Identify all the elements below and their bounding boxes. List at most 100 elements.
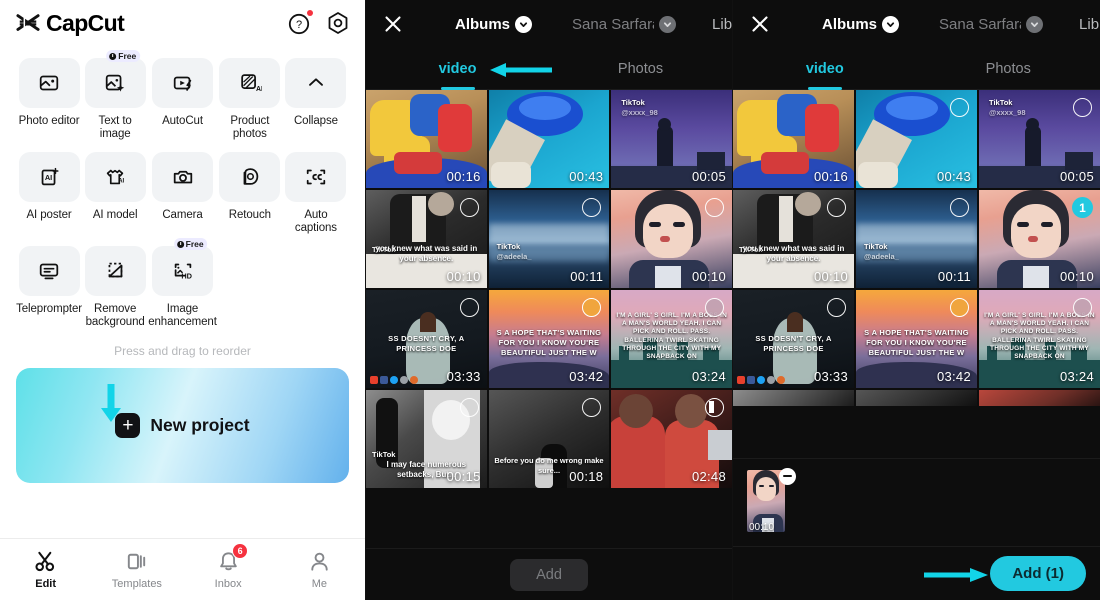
tool-ai-model[interactable]: AI AI model — [82, 144, 148, 234]
tool-text-to-image[interactable]: Free Text to image — [82, 50, 148, 140]
clip-item[interactable]: TikTok you knew what was said in your ab… — [733, 190, 854, 288]
help-circle-icon[interactable]: ? — [287, 10, 313, 36]
clip-caption: you knew what was said in your absence. — [742, 244, 845, 263]
clip-select-circle[interactable] — [459, 398, 479, 417]
user-album-dropdown[interactable]: Sana Sarfara — [935, 15, 1047, 33]
ai-model-icon: AI — [84, 152, 146, 202]
new-project-inner: + New project — [115, 413, 250, 438]
tool-label: Photo editor — [18, 115, 80, 127]
nav-item-edit[interactable]: Edit — [0, 549, 91, 590]
picker-top-tabs: Albums Sana Sarfara Library — [406, 15, 762, 33]
clip-item[interactable]: TikTok I may face numerous setbacks, But… — [366, 390, 487, 488]
clip-item[interactable]: Before you do me wrong make sure... 00:1… — [488, 390, 610, 488]
clip-item[interactable]: TikTok you knew what was said in your ab… — [366, 190, 487, 288]
add-button-disabled[interactable]: Add — [510, 558, 588, 591]
tab-photos[interactable]: Photos — [917, 48, 1100, 90]
clip-item-selected[interactable]: 1 00:10 — [979, 190, 1100, 288]
clip-item[interactable]: 00:43 — [856, 90, 977, 188]
capcut-logo-icon — [16, 14, 40, 32]
clip-item[interactable]: 00:16 — [366, 90, 487, 188]
tiktok-watermark: TikTok — [372, 450, 396, 459]
library-tab[interactable]: Library — [1075, 16, 1100, 33]
clip-item[interactable] — [856, 390, 977, 406]
tool-image-enhancement[interactable]: Free HD Image enhancement — [148, 238, 217, 328]
tab-video[interactable]: video — [733, 48, 917, 90]
tool-label: Product photos — [230, 115, 270, 140]
chevron-down-icon — [515, 15, 533, 33]
clip-select-circle[interactable] — [1073, 98, 1092, 117]
tool-teleprompter[interactable]: Teleprompter — [16, 238, 82, 328]
close-icon[interactable] — [380, 11, 406, 37]
clip-item[interactable]: 02:48 — [611, 390, 732, 488]
nav-item-inbox[interactable]: 6 Inbox — [183, 543, 274, 590]
clip-item[interactable]: S A HOPE THAT'S WAITING FOR YOU I KNOW Y… — [488, 290, 610, 388]
add-button[interactable]: Add (1) — [990, 556, 1086, 591]
clip-item[interactable]: I'M A GIRL' S GIRL. I'M A BOSS IN A MAN'… — [979, 290, 1100, 388]
tool-auto-captions[interactable]: Auto captions — [283, 144, 349, 234]
right-arrow-annotation — [924, 568, 988, 582]
picker-top-tabs: Albums Sana Sarfara Library — [773, 15, 1100, 33]
clip-duration: 00:16 — [813, 169, 848, 184]
svg-text:AI: AI — [118, 179, 124, 185]
tiktok-handle: @adeela_ — [496, 252, 532, 261]
clip-item[interactable] — [733, 390, 854, 406]
picker-footer-left: Add — [366, 548, 732, 600]
clip-select-circle[interactable] — [827, 298, 846, 317]
camera-icon — [152, 152, 213, 202]
clip-item[interactable]: SS DOESN'T CRY, A PRINCESS DOE 03:33 — [733, 290, 854, 388]
albums-dropdown[interactable]: Albums — [818, 15, 903, 33]
clip-duration: 03:24 — [1059, 369, 1094, 384]
templates-icon — [128, 553, 146, 570]
clip-item[interactable]: 00:43 — [488, 90, 610, 188]
clip-select-circle[interactable] — [459, 198, 479, 217]
tool-camera[interactable]: Camera — [148, 144, 217, 234]
clip-select-circle[interactable] — [950, 198, 969, 217]
nav-label: Templates — [111, 578, 162, 590]
media-picker-panel-right: Albums Sana Sarfara Library vide — [733, 0, 1100, 600]
tool-collapse[interactable]: Collapse — [283, 50, 349, 140]
clip-item[interactable] — [979, 390, 1100, 406]
clip-select-circle[interactable] — [827, 198, 846, 217]
clip-select-circle[interactable] — [950, 98, 969, 117]
clip-duration: 03:24 — [691, 369, 726, 384]
new-project-label: New project — [150, 415, 250, 435]
new-project-button[interactable]: + New project — [16, 368, 349, 483]
clip-item[interactable]: TikTok @adeela_ 00:11 — [856, 190, 977, 288]
nav-item-templates[interactable]: Templates — [91, 549, 182, 590]
clip-item[interactable]: 00:10 — [611, 190, 732, 288]
clip-item[interactable]: TikTok @xxxx_98 00:05 — [979, 90, 1100, 188]
clip-item[interactable]: S A HOPE THAT'S WAITING FOR YOU I KNOW Y… — [856, 290, 977, 388]
clip-select-circle[interactable] — [704, 198, 724, 217]
clip-select-circle[interactable] — [950, 298, 969, 317]
tool-retouch[interactable]: Retouch — [217, 144, 283, 234]
clip-item[interactable]: I'M A GIRL' S GIRL. I'M A BOSS IN A MAN'… — [611, 290, 732, 388]
tool-autocut[interactable]: AutoCut — [148, 50, 217, 140]
clip-duration: 00:05 — [691, 169, 726, 184]
clip-select-partial[interactable] — [704, 398, 724, 417]
clip-item[interactable]: 00:16 — [733, 90, 854, 188]
media-picker-panel-left: Albums Sana Sarfara Library vide — [366, 0, 758, 600]
tool-photo-editor[interactable]: Photo editor — [16, 50, 82, 140]
clip-item[interactable]: TikTok @adeela_ 00:11 — [488, 190, 610, 288]
clip-select-circle[interactable] — [1073, 298, 1092, 317]
clip-selected-badge[interactable]: 1 — [1072, 197, 1093, 218]
tab-photos[interactable]: Photos — [549, 48, 732, 90]
albums-dropdown[interactable]: Albums — [451, 15, 536, 33]
help-notification-dot — [307, 10, 313, 16]
clip-item[interactable]: SS DOESN'T CRY, A PRINCESS DOE 03:33 — [366, 290, 487, 388]
tool-ai-poster[interactable]: AI AI poster — [16, 144, 82, 234]
tray-item[interactable]: 00:10 — [747, 467, 799, 536]
nav-item-me[interactable]: Me — [274, 549, 365, 590]
tool-product-photos[interactable]: AI Product photos — [217, 50, 283, 140]
clip-select-circle[interactable] — [459, 298, 479, 317]
gear-icon[interactable] — [325, 10, 351, 36]
clip-select-circle[interactable] — [704, 298, 724, 317]
tool-label: Text to image — [98, 115, 132, 140]
tool-remove-background[interactable]: Remove background — [82, 238, 148, 328]
close-icon[interactable] — [747, 11, 773, 37]
free-badge: Free — [106, 50, 141, 62]
user-album-dropdown[interactable]: Sana Sarfara — [568, 15, 680, 33]
clip-duration: 03:33 — [446, 369, 481, 384]
clip-item[interactable]: TikTok @xxxx_98 00:05 — [611, 90, 732, 188]
minus-circle-icon[interactable] — [779, 467, 796, 485]
